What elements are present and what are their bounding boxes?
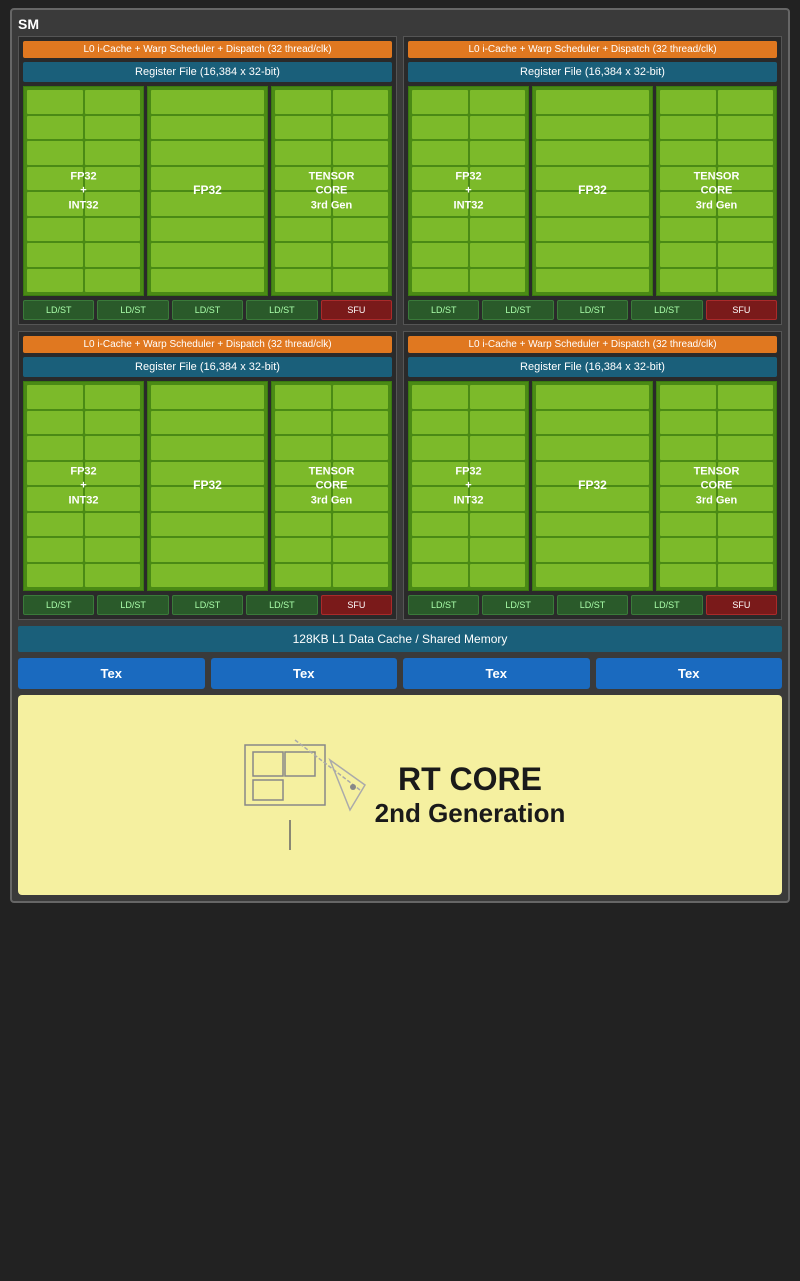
sfu-2: SFU [706,300,777,320]
tex-row: Tex Tex Tex Tex [18,658,782,689]
sub-unit-4: L0 i-Cache + Warp Scheduler + Dispatch (… [403,331,782,620]
sub-grid: L0 i-Cache + Warp Scheduler + Dispatch (… [18,36,782,620]
sub-unit-1: L0 i-Cache + Warp Scheduler + Dispatch (… [18,36,397,325]
tex-1: Tex [18,658,205,689]
bottom-row-1: LD/ST LD/ST LD/ST LD/ST SFU [23,300,392,320]
rt-core-section: RT CORE 2nd Generation [18,695,782,895]
compute-section-3: FP32+INT32 FP32 [23,381,392,591]
fp32-block-1: FP32 [147,86,268,296]
fp32-int32-block-3: FP32+INT32 [23,381,144,591]
rt-core-line2: 2nd Generation [375,798,566,829]
register-file-bar-4: Register File (16,384 x 32-bit) [408,357,777,377]
l0-cache-bar-1: L0 i-Cache + Warp Scheduler + Dispatch (… [23,41,392,58]
tensor-label-1: TENSORCORE3rd Gen [309,170,355,213]
bottom-row-2: LD/ST LD/ST LD/ST LD/ST SFU [408,300,777,320]
rt-core-line1: RT CORE [375,761,566,798]
fp32-int32-label-1: FP32+INT32 [69,170,99,213]
fp32-label-4: FP32 [578,478,607,494]
ldst-4-3: LD/ST [557,595,628,615]
sub-unit-3: L0 i-Cache + Warp Scheduler + Dispatch (… [18,331,397,620]
compute-section-2: FP32+INT32 FP32 [408,86,777,296]
ldst-3-2: LD/ST [97,595,168,615]
ldst-3-3: LD/ST [172,595,243,615]
fp32-int32-block-2: FP32+INT32 [408,86,529,296]
tex-2: Tex [211,658,398,689]
l1-cache-bar: 128KB L1 Data Cache / Shared Memory [18,626,782,652]
bottom-row-3: LD/ST LD/ST LD/ST LD/ST SFU [23,595,392,615]
sub-unit-2: L0 i-Cache + Warp Scheduler + Dispatch (… [403,36,782,325]
l0-cache-bar-4: L0 i-Cache + Warp Scheduler + Dispatch (… [408,336,777,353]
fp32-int32-block-4: FP32+INT32 [408,381,529,591]
sfu-3: SFU [321,595,392,615]
register-file-bar-3: Register File (16,384 x 32-bit) [23,357,392,377]
cell [27,90,83,114]
tensor-block-1: TENSORCORE3rd Gen [271,86,392,296]
fp32-block-4: FP32 [532,381,653,591]
fp32-int32-block-1: FP32+INT32 [23,86,144,296]
ldst-1-3: LD/ST [172,300,243,320]
ldst-3-4: LD/ST [246,595,317,615]
sm-container: SM L0 i-Cache + Warp Scheduler + Dispatc… [10,8,790,903]
fp32-label-3: FP32 [193,478,222,494]
fp32-int32-label-2: FP32+INT32 [454,170,484,213]
bottom-row-4: LD/ST LD/ST LD/ST LD/ST SFU [408,595,777,615]
tensor-block-2: TENSORCORE3rd Gen [656,86,777,296]
ldst-4-1: LD/ST [408,595,479,615]
tensor-label-2: TENSORCORE3rd Gen [694,170,740,213]
compute-section-4: FP32+INT32 FP32 [408,381,777,591]
sm-label: SM [18,16,782,32]
fp32-label-1: FP32 [193,183,222,199]
rt-core-diagram [235,730,375,860]
ldst-4-2: LD/ST [482,595,553,615]
ldst-2-4: LD/ST [631,300,702,320]
ldst-1-4: LD/ST [246,300,317,320]
tensor-label-3: TENSORCORE3rd Gen [309,465,355,508]
tex-4: Tex [596,658,783,689]
register-file-bar-2: Register File (16,384 x 32-bit) [408,62,777,82]
rt-core-label: RT CORE 2nd Generation [375,761,566,829]
tensor-label-4: TENSORCORE3rd Gen [694,465,740,508]
sfu-1: SFU [321,300,392,320]
ldst-1-1: LD/ST [23,300,94,320]
fp32-block-2: FP32 [532,86,653,296]
l0-cache-bar-2: L0 i-Cache + Warp Scheduler + Dispatch (… [408,41,777,58]
ldst-1-2: LD/ST [97,300,168,320]
fp32-int32-label-3: FP32+INT32 [69,465,99,508]
fp32-label-2: FP32 [578,183,607,199]
fp32-int32-label-4: FP32+INT32 [454,465,484,508]
tex-3: Tex [403,658,590,689]
ldst-2-2: LD/ST [482,300,553,320]
ldst-2-3: LD/ST [557,300,628,320]
ldst-3-1: LD/ST [23,595,94,615]
ldst-2-1: LD/ST [408,300,479,320]
sfu-4: SFU [706,595,777,615]
fp32-block-3: FP32 [147,381,268,591]
tensor-block-4: TENSORCORE3rd Gen [656,381,777,591]
ldst-4-4: LD/ST [631,595,702,615]
tensor-block-3: TENSORCORE3rd Gen [271,381,392,591]
register-file-bar-1: Register File (16,384 x 32-bit) [23,62,392,82]
compute-section-1: FP32+INT32 FP32 [23,86,392,296]
l0-cache-bar-3: L0 i-Cache + Warp Scheduler + Dispatch (… [23,336,392,353]
